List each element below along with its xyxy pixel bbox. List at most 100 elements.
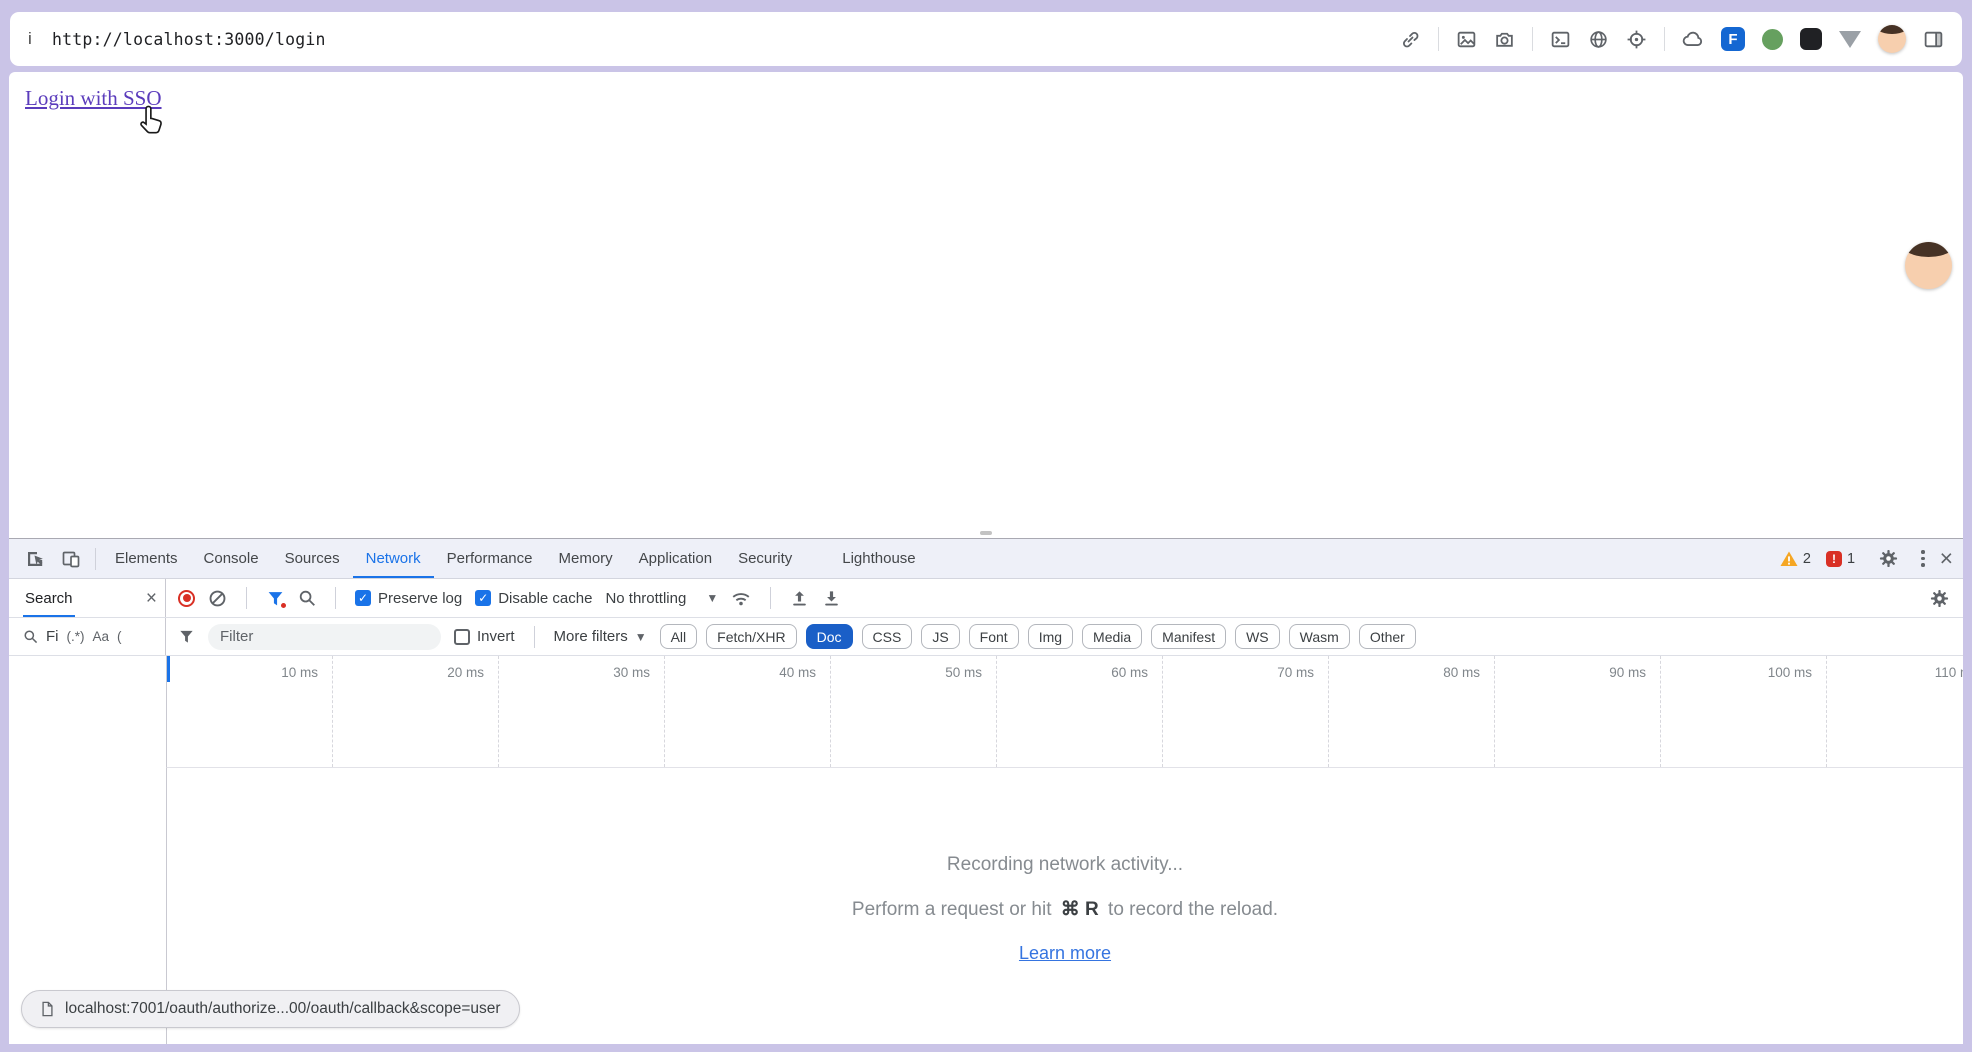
filter-bar-row: Fi (.*) Aa ( Invert More filters ▼ [9, 618, 1963, 656]
network-settings-gear[interactable] [1930, 589, 1949, 608]
document-icon [40, 1001, 55, 1017]
address-bar[interactable]: http://localhost:3000/login [52, 30, 326, 49]
tab-application[interactable]: Application [626, 539, 725, 578]
import-har-button[interactable] [790, 589, 809, 608]
timeline-ruler: 10 ms 20 ms 30 ms 40 ms 50 ms 60 ms 70 m… [166, 656, 1963, 768]
inspect-element-button[interactable] [17, 543, 53, 575]
warning-icon [1780, 550, 1798, 568]
empty-state-instruction: Perform a request or hit ⌘ R to record t… [167, 898, 1963, 921]
regex-toggle[interactable]: (.*) [67, 629, 85, 644]
status-bubble: localhost:7001/oauth/authorize...00/oaut… [21, 990, 520, 1028]
tab-performance[interactable]: Performance [434, 539, 546, 578]
close-devtools-button[interactable]: × [1940, 547, 1953, 570]
export-har-button[interactable] [822, 589, 841, 608]
toolbar-divider [1664, 27, 1665, 51]
globe-icon[interactable] [1588, 29, 1609, 50]
toolbar-divider [534, 626, 535, 648]
network-toolbar-row: Search × ✓ Preserve log [9, 579, 1963, 618]
site-info-button[interactable]: i [28, 29, 52, 49]
warning-count: 2 [1803, 551, 1811, 567]
profile-avatar[interactable] [1878, 25, 1906, 53]
browser-toolbar: i http://localhost:3000/login F [10, 12, 1962, 66]
request-type-chips: All Fetch/XHR Doc CSS JS Font Img Media … [660, 624, 1416, 649]
triangle-icon[interactable] [1839, 31, 1861, 48]
target-icon[interactable] [1626, 29, 1647, 50]
tab-network[interactable]: Network [353, 539, 434, 578]
toolbar-divider [770, 587, 771, 609]
camera-icon[interactable] [1494, 29, 1515, 50]
flask-extension-icon[interactable]: F [1721, 27, 1745, 51]
device-toolbar-button[interactable] [53, 543, 89, 575]
filter-bar: Invert More filters ▼ All Fetch/XHR Doc … [166, 618, 1963, 655]
disable-cache-control[interactable]: ✓ Disable cache [475, 590, 592, 607]
toolbar-divider [1438, 27, 1439, 51]
issues-badge[interactable]: ! 1 [1826, 551, 1855, 567]
chip-all[interactable]: All [660, 624, 698, 649]
chip-css[interactable]: CSS [862, 624, 913, 649]
devtools-tabbar-right: 2 ! 1 × [1780, 543, 1953, 575]
sidebar-toggle-icon[interactable] [1923, 29, 1944, 50]
match-case-toggle[interactable]: Aa [93, 629, 110, 644]
filter-input[interactable] [208, 624, 441, 650]
network-conditions-button[interactable] [731, 588, 751, 608]
more-filters-label: More filters [554, 628, 628, 645]
devtools-tabbar: Elements Console Sources Network Perform… [9, 539, 1963, 579]
preserve-log-control[interactable]: ✓ Preserve log [355, 590, 462, 607]
chip-other[interactable]: Other [1359, 624, 1416, 649]
throttling-value: No throttling [605, 590, 686, 607]
chevron-down-icon: ▼ [635, 630, 647, 644]
tab-sources[interactable]: Sources [272, 539, 353, 578]
warning-badge[interactable]: 2 [1780, 550, 1811, 568]
timeline-tick-label: 20 ms [333, 656, 499, 767]
more-filters-button[interactable]: More filters ▼ [554, 628, 647, 645]
search-query-input[interactable]: Fi [46, 628, 59, 645]
tab-memory[interactable]: Memory [546, 539, 626, 578]
timeline-tick-label: 110 ms [1827, 656, 1963, 767]
invert-checkbox[interactable] [454, 629, 470, 645]
cloud-icon[interactable] [1682, 28, 1704, 50]
search-tab-label: Search [23, 579, 75, 617]
dark-extension-icon[interactable] [1800, 28, 1822, 50]
tab-elements[interactable]: Elements [102, 539, 191, 578]
page-content: Login with SSO [9, 72, 1963, 538]
devtools-resize-grip[interactable] [980, 531, 992, 535]
search-button[interactable] [298, 589, 316, 607]
close-search-icon[interactable]: × [146, 589, 157, 608]
chip-manifest[interactable]: Manifest [1151, 624, 1226, 649]
tab-security[interactable]: Security [725, 539, 805, 578]
devtools-settings-gear[interactable] [1870, 543, 1906, 575]
chip-doc[interactable]: Doc [806, 624, 853, 649]
preserve-log-checkbox[interactable]: ✓ [355, 590, 371, 606]
status-green-icon[interactable] [1762, 29, 1783, 50]
chip-ws[interactable]: WS [1235, 624, 1280, 649]
browser-window: i http://localhost:3000/login F Login wi… [0, 0, 1972, 1052]
record-button[interactable] [178, 590, 195, 607]
image-icon[interactable] [1456, 29, 1477, 50]
learn-more-link[interactable]: Learn more [1019, 943, 1111, 963]
kebab-menu-icon[interactable] [1921, 550, 1925, 567]
floating-avatar[interactable] [1905, 242, 1952, 289]
link-icon[interactable] [1400, 29, 1421, 50]
invert-control[interactable]: Invert [454, 628, 515, 645]
filter-toggle-button[interactable] [266, 589, 285, 608]
invert-label: Invert [477, 628, 515, 645]
chip-font[interactable]: Font [969, 624, 1019, 649]
toolbar-divider [246, 587, 247, 609]
throttling-select[interactable]: No throttling ▼ [605, 590, 718, 607]
empty-state-title: Recording network activity... [167, 854, 1963, 876]
terminal-icon[interactable] [1550, 29, 1571, 50]
chip-wasm[interactable]: Wasm [1289, 624, 1350, 649]
issue-count: 1 [1847, 551, 1855, 567]
chip-fetch-xhr[interactable]: Fetch/XHR [706, 624, 796, 649]
search-drawer-tab[interactable]: Search × [9, 579, 166, 617]
chip-js[interactable]: JS [921, 624, 959, 649]
timeline-tick-label: 70 ms [1163, 656, 1329, 767]
disable-cache-checkbox[interactable]: ✓ [475, 590, 491, 606]
filter-funnel-icon [178, 628, 195, 645]
timeline-tick-label: 40 ms [665, 656, 831, 767]
clear-icon[interactable] [208, 589, 227, 608]
tab-console[interactable]: Console [191, 539, 272, 578]
chip-img[interactable]: Img [1028, 624, 1073, 649]
tab-lighthouse[interactable]: Lighthouse [829, 539, 928, 578]
chip-media[interactable]: Media [1082, 624, 1142, 649]
